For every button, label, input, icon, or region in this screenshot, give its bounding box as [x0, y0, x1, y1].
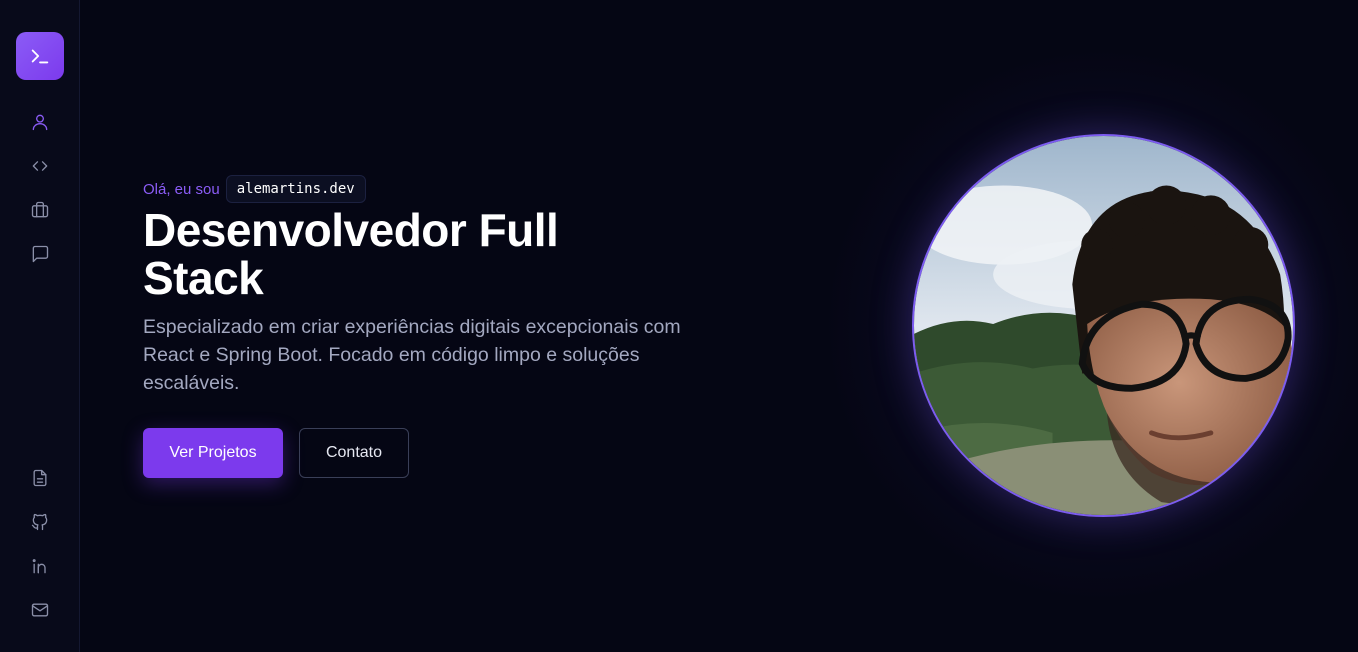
contact-button[interactable]: Contato — [299, 428, 409, 478]
document-icon — [33, 469, 47, 487]
code-icon — [32, 161, 48, 171]
hero-subtitle: Especializado em criar experiências digi… — [143, 316, 681, 394]
linkedin-link[interactable] — [24, 550, 56, 582]
briefcase-icon — [31, 201, 49, 218]
nav-skills[interactable] — [24, 150, 56, 182]
logo[interactable] — [16, 32, 64, 80]
email-link[interactable] — [24, 594, 56, 626]
hero-section: Olá, eu sou alemartins.dev Desenvolvedor… — [80, 0, 1358, 652]
view-projects-button[interactable]: Ver Projetos — [143, 428, 283, 478]
github-icon — [31, 513, 48, 531]
github-link[interactable] — [24, 506, 56, 538]
user-icon — [32, 114, 48, 131]
greeting-text: Olá, eu sou — [143, 180, 220, 198]
nav-projects[interactable] — [24, 194, 56, 226]
nav-about[interactable] — [24, 106, 56, 138]
linkedin-icon — [32, 559, 46, 574]
greeting-row: Olá, eu sou alemartins.dev — [143, 174, 366, 204]
avatar — [912, 134, 1295, 517]
sidebar — [0, 0, 80, 652]
message-icon — [32, 245, 49, 263]
handle-badge: alemartins.dev — [225, 175, 366, 203]
nav-contact[interactable] — [24, 238, 56, 270]
resume-link[interactable] — [24, 462, 56, 494]
mail-icon — [31, 603, 49, 617]
page-title: Desenvolvedor Full Stack — [143, 204, 559, 304]
profile-photo — [914, 136, 1293, 515]
terminal-icon — [31, 49, 49, 64]
app: Olá, eu sou alemartins.dev Desenvolvedor… — [0, 0, 1358, 652]
